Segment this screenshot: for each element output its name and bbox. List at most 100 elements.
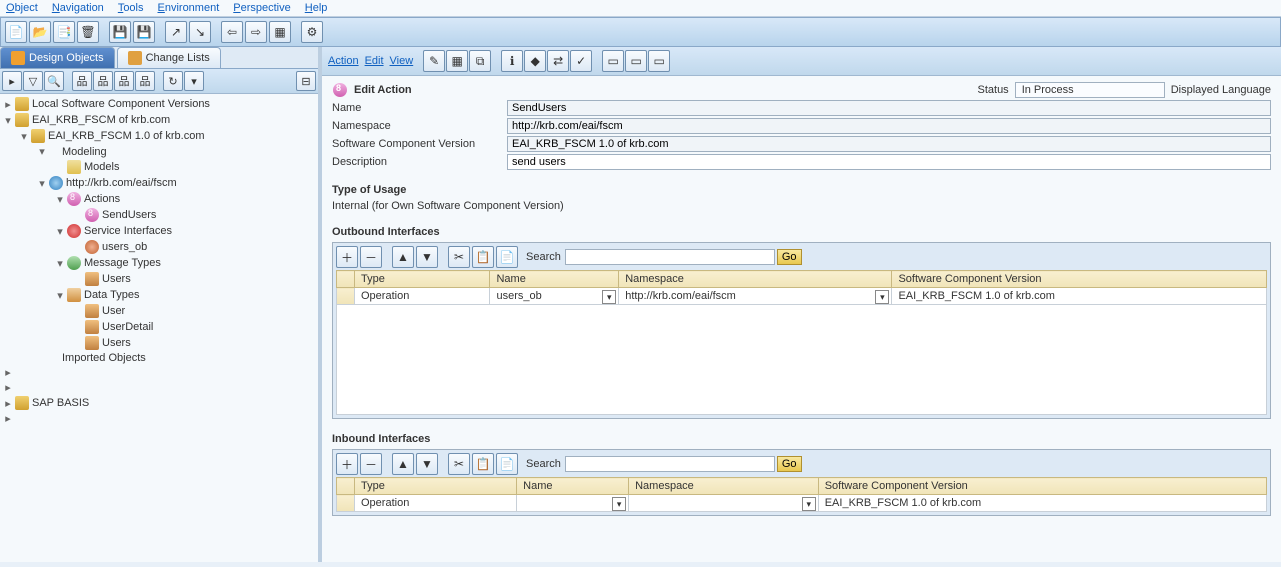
tree-collapsed-2[interactable]: ▸ <box>0 380 318 395</box>
desc-field[interactable] <box>507 154 1271 170</box>
where-used-icon[interactable]: ⇄ <box>547 50 569 72</box>
cut-icon[interactable]: ✂ <box>448 246 470 268</box>
col-name[interactable]: Name <box>517 478 629 495</box>
tree-si[interactable]: ▾Service Interfaces <box>0 223 318 239</box>
menu-edit[interactable]: Edit <box>365 55 384 67</box>
menu-navigation[interactable]: Navigation <box>52 2 104 14</box>
tree-sapbasis[interactable]: ▸SAP BASIS <box>0 395 318 411</box>
saveall-icon[interactable]: 💾 <box>133 21 155 43</box>
tree-imported[interactable]: Imported Objects <box>0 351 318 365</box>
menu-help[interactable]: Help <box>305 2 328 14</box>
activate-obj-icon[interactable]: ✓ <box>570 50 592 72</box>
back-icon[interactable]: ⇦ <box>221 21 243 43</box>
value-help-icon[interactable]: ▾ <box>612 497 626 511</box>
new-icon[interactable]: 📄 <box>5 21 27 43</box>
tree-swcv[interactable]: ▾EAI_KRB_FSCM 1.0 of krb.com <box>0 128 318 144</box>
tree-models[interactable]: Models <box>0 159 318 175</box>
tree-actions[interactable]: ▾Actions <box>0 191 318 207</box>
tree-refresh-icon[interactable]: ↻ <box>163 71 183 91</box>
save-icon[interactable]: 💾 <box>109 21 131 43</box>
tree-sendusers[interactable]: SendUsers <box>0 207 318 223</box>
forward-icon[interactable]: ⇨ <box>245 21 267 43</box>
info-icon[interactable]: ℹ <box>501 50 523 72</box>
menu-perspective[interactable]: Perspective <box>233 2 290 14</box>
pkg-icon <box>15 113 29 127</box>
tree-hier4-icon[interactable]: 品 <box>135 71 155 91</box>
tree-mt-users[interactable]: Users <box>0 271 318 287</box>
tree-swc[interactable]: ▾EAI_KRB_FSCM of krb.com <box>0 112 318 128</box>
col-ns[interactable]: Namespace <box>619 271 892 288</box>
toggle3-icon[interactable]: ▭ <box>648 50 670 72</box>
delete-icon[interactable]: 🗑 <box>77 21 99 43</box>
tree-more-icon[interactable]: ▾ <box>184 71 204 91</box>
col-scv[interactable]: Software Component Version <box>818 478 1266 495</box>
value-help-icon[interactable]: ▾ <box>875 290 889 304</box>
menu-environment[interactable]: Environment <box>158 2 220 14</box>
value-help-icon[interactable]: ▾ <box>602 290 616 304</box>
add-row-icon[interactable]: ＋ <box>336 246 358 268</box>
name-field <box>507 100 1271 116</box>
tree-lscv[interactable]: ▸Local Software Component Versions <box>0 96 318 112</box>
table-row[interactable]: Operation users_ob▾ http://krb.com/eai/f… <box>337 288 1267 305</box>
cut-icon[interactable]: ✂ <box>448 453 470 475</box>
lock-icon[interactable]: ▦ <box>446 50 468 72</box>
move-down-icon[interactable]: ▼ <box>416 453 438 475</box>
tab-design-objects[interactable]: Design Objects <box>0 47 115 68</box>
copy-row-icon[interactable]: 📋 <box>472 453 494 475</box>
tree-search-icon[interactable]: 🔍 <box>44 71 64 91</box>
window-icon[interactable]: ▦ <box>269 21 291 43</box>
menu-object[interactable]: Object <box>6 2 38 14</box>
col-scv[interactable]: Software Component Version <box>892 271 1267 288</box>
inbound-search-input[interactable] <box>565 456 775 472</box>
tree-dt-users[interactable]: Users <box>0 335 318 351</box>
tree-hier1-icon[interactable]: 品 <box>72 71 92 91</box>
open-icon[interactable]: 📂 <box>29 21 51 43</box>
tree-mt[interactable]: ▾Message Types <box>0 255 318 271</box>
tree-dt-userdetail[interactable]: UserDetail <box>0 319 318 335</box>
tree-collapse-icon[interactable]: ⊟ <box>296 71 316 91</box>
col-ns[interactable]: Namespace <box>629 478 819 495</box>
del-row-icon[interactable]: － <box>360 453 382 475</box>
tree-modeling[interactable]: ▾Modeling <box>0 144 318 159</box>
menu-action[interactable]: Action <box>328 55 359 67</box>
tree-usersob[interactable]: users_ob <box>0 239 318 255</box>
toggle2-icon[interactable]: ▭ <box>625 50 647 72</box>
move-down-icon[interactable]: ▼ <box>416 246 438 268</box>
paste-icon[interactable]: 📄 <box>496 453 518 475</box>
del-row-icon[interactable]: － <box>360 246 382 268</box>
outbound-go-button[interactable]: Go <box>777 249 802 265</box>
tree-hier3-icon[interactable]: 品 <box>114 71 134 91</box>
col-name[interactable]: Name <box>490 271 619 288</box>
tree-hier2-icon[interactable]: 品 <box>93 71 113 91</box>
import-icon[interactable]: ↘ <box>189 21 211 43</box>
tree-namespace[interactable]: ▾http://krb.com/eai/fscm <box>0 175 318 191</box>
copy-icon[interactable]: 📑 <box>53 21 75 43</box>
tree-collapsed-3[interactable]: ▸ <box>0 411 318 426</box>
tree-collapsed-1[interactable]: ▸ <box>0 365 318 380</box>
activate-icon[interactable]: ⚙ <box>301 21 323 43</box>
menu-tools[interactable]: Tools <box>118 2 144 14</box>
inbound-go-button[interactable]: Go <box>777 456 802 472</box>
toggle1-icon[interactable]: ▭ <box>602 50 624 72</box>
copy-obj-icon[interactable]: ⧉ <box>469 50 491 72</box>
copy-row-icon[interactable]: 📋 <box>472 246 494 268</box>
tab-change-lists[interactable]: Change Lists <box>117 47 221 68</box>
tree-expand-icon[interactable]: ▸ <box>2 71 22 91</box>
col-type[interactable]: Type <box>355 478 517 495</box>
menu-view[interactable]: View <box>390 55 414 67</box>
check-icon[interactable]: ◆ <box>524 50 546 72</box>
tree-dt-user[interactable]: User <box>0 303 318 319</box>
tree-dt[interactable]: ▾Data Types <box>0 287 318 303</box>
move-up-icon[interactable]: ▲ <box>392 246 414 268</box>
outbound-search-input[interactable] <box>565 249 775 265</box>
col-type[interactable]: Type <box>355 271 490 288</box>
value-help-icon[interactable]: ▾ <box>802 497 816 511</box>
table-row[interactable]: Operation ▾ ▾ EAI_KRB_FSCM 1.0 of krb.co… <box>337 495 1267 512</box>
export-icon[interactable]: ↗ <box>165 21 187 43</box>
paste-icon[interactable]: 📄 <box>496 246 518 268</box>
add-row-icon[interactable]: ＋ <box>336 453 358 475</box>
tree-filter-icon[interactable]: ▽ <box>23 71 43 91</box>
si-item-icon <box>85 240 99 254</box>
display-edit-icon[interactable]: ✎ <box>423 50 445 72</box>
move-up-icon[interactable]: ▲ <box>392 453 414 475</box>
